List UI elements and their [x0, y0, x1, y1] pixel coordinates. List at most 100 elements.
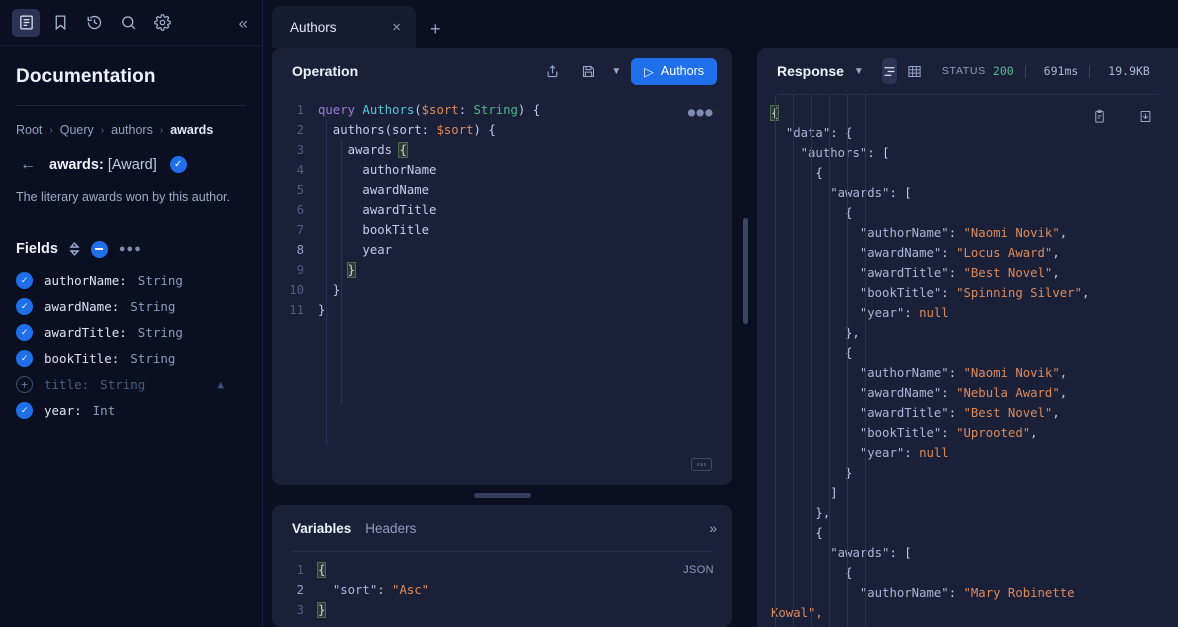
list-item[interactable]: ✓ authorName: String	[16, 271, 246, 289]
variables-editor[interactable]: JSON 1{2 "sort": "Asc" 3}	[272, 552, 732, 627]
list-item[interactable]: ✓ awardTitle: String	[16, 323, 246, 341]
response-size: 19.9KB	[1108, 64, 1150, 78]
field-type: [Award]	[107, 156, 157, 173]
response-line: {	[845, 566, 853, 580]
scrollbar-thumb[interactable]	[743, 218, 748, 324]
list-item[interactable]: ✓ awardName: String	[16, 297, 246, 315]
code-line: 3}	[272, 600, 732, 620]
check-icon[interactable]: ✓	[16, 349, 33, 367]
tab-variables[interactable]: Variables	[292, 521, 351, 536]
variables-format-badge: JSON	[683, 564, 714, 576]
operation-editor[interactable]: ●●● 1 query Authors($sort: String) {2 aut…	[272, 94, 732, 485]
collapse-sidebar-button[interactable]: «	[239, 14, 248, 31]
chevron-down-icon[interactable]: ▼	[611, 66, 621, 77]
response-line: ]	[771, 486, 838, 500]
field-item-name: authorName:	[44, 272, 127, 288]
breadcrumb-item-root[interactable]: Root	[16, 123, 42, 137]
sidebar: « Documentation Root › Query › authors ›…	[0, 0, 263, 627]
breadcrumb-item-query[interactable]: Query	[60, 123, 94, 137]
code-line: 2 "sort": "Asc"	[272, 580, 732, 600]
field-description: The literary awards won by this author.	[16, 190, 230, 204]
docs-icon[interactable]	[12, 8, 40, 37]
check-icon[interactable]: ✓	[16, 323, 33, 341]
sort-icon[interactable]	[69, 242, 80, 257]
response-metadata: STATUS 200 691ms 19.9KB	[942, 64, 1150, 78]
check-icon[interactable]: ✓	[16, 297, 33, 315]
list-item[interactable]: ✓ bookTitle: String	[16, 349, 246, 367]
field-item-type: String	[137, 272, 183, 288]
code-text: bookTitle	[318, 223, 430, 237]
fields-more-icon[interactable]: ●●●	[119, 243, 142, 255]
copy-icon[interactable]	[1086, 103, 1112, 129]
indent-guide	[865, 95, 866, 627]
response-line: "bookTitle": "Uprooted",	[859, 426, 1038, 440]
indent-guide	[811, 95, 812, 627]
response-line: "authors": [	[800, 146, 890, 160]
status-badge: 200	[992, 64, 1014, 78]
tab-headers[interactable]: Headers	[365, 521, 416, 536]
response-line: "year": null	[859, 446, 949, 460]
list-item[interactable]: ✓ year: Int	[16, 401, 246, 419]
response-time: 691ms	[1043, 64, 1079, 78]
response-toolbar: Response ▼ STATUS 200 691ms 19.9KB	[757, 48, 1178, 94]
line-number: 3	[296, 603, 304, 617]
line-number: 8	[296, 243, 304, 257]
line-number: 10	[289, 283, 304, 297]
line-number: 2	[296, 123, 304, 137]
format-tree-icon[interactable]	[881, 58, 897, 84]
add-tab-icon[interactable]: +	[430, 20, 441, 38]
response-panel: Response ▼ STATUS 200 691ms 19.9KB "data…	[757, 48, 1178, 627]
share-icon[interactable]	[539, 58, 565, 84]
operation-more-icon[interactable]: ●●●	[688, 102, 714, 122]
list-item[interactable]: + title: String ▲	[16, 375, 246, 393]
chevron-double-down-icon[interactable]: »	[709, 520, 717, 536]
collapse-fields-icon[interactable]	[90, 240, 108, 258]
check-icon[interactable]: ✓	[16, 271, 33, 289]
breadcrumb-item-authors[interactable]: authors	[111, 123, 153, 137]
code-text: authorName	[318, 163, 437, 177]
response-line: "awardName": "Nebula Award",	[859, 386, 1068, 400]
line-number: 11	[289, 303, 304, 317]
field-item-name: title:	[44, 376, 90, 392]
gear-icon[interactable]	[148, 9, 176, 37]
response-line: "awards": [	[830, 546, 912, 560]
save-icon[interactable]	[575, 58, 601, 84]
back-arrow-icon[interactable]: ←	[20, 156, 36, 173]
variables-panel: Variables Headers » JSON 1{2 "sort": "As…	[272, 505, 732, 627]
close-icon[interactable]: ×	[392, 20, 401, 35]
editor-scrollbar[interactable]	[741, 48, 757, 627]
response-viewer[interactable]: { "data": { "authors": [ { "awards": [ {…	[757, 95, 1178, 627]
breadcrumb: Root › Query › authors › awards	[16, 123, 246, 137]
response-column: Response ▼ STATUS 200 691ms 19.9KB "data…	[757, 48, 1178, 627]
history-icon[interactable]	[80, 9, 108, 37]
operation-panel: Operation ▼ ▷ Authors ●●● 1 query Author…	[272, 48, 732, 485]
run-query-button[interactable]: ▷ Authors	[631, 57, 717, 85]
check-icon[interactable]: ✓	[16, 401, 33, 419]
response-line: "awardTitle": "Best Novel",	[859, 266, 1060, 280]
breadcrumb-item-awards: awards	[170, 123, 214, 137]
field-header: ← awards: [Award] ✓	[16, 156, 246, 173]
response-title: Response	[777, 63, 844, 79]
response-line: "authorName": "Naomi Novik",	[859, 226, 1068, 240]
download-icon[interactable]	[1132, 103, 1158, 129]
check-icon[interactable]: ✓	[169, 156, 187, 173]
field-item-name: bookTitle:	[44, 350, 120, 366]
keyboard-shortcut-icon[interactable]	[691, 458, 712, 471]
tab-label: Authors	[290, 19, 337, 35]
search-icon[interactable]	[114, 9, 142, 37]
table-view-icon[interactable]	[907, 58, 922, 84]
play-icon: ▷	[644, 64, 654, 79]
response-line: "year": null	[859, 306, 949, 320]
add-field-icon[interactable]: +	[16, 375, 33, 393]
code-text: {	[316, 562, 327, 578]
line-number: 1	[296, 103, 304, 117]
chevron-down-icon[interactable]: ▼	[854, 66, 864, 77]
response-actions	[1086, 103, 1158, 129]
response-line: },	[771, 506, 831, 520]
bookmark-icon[interactable]	[46, 9, 74, 37]
resize-handle[interactable]	[473, 492, 531, 498]
tab-authors[interactable]: Authors ×	[272, 6, 416, 48]
line-number: 4	[296, 163, 304, 177]
response-line: {	[845, 346, 853, 360]
tab-bar: Authors × +	[263, 0, 1178, 48]
